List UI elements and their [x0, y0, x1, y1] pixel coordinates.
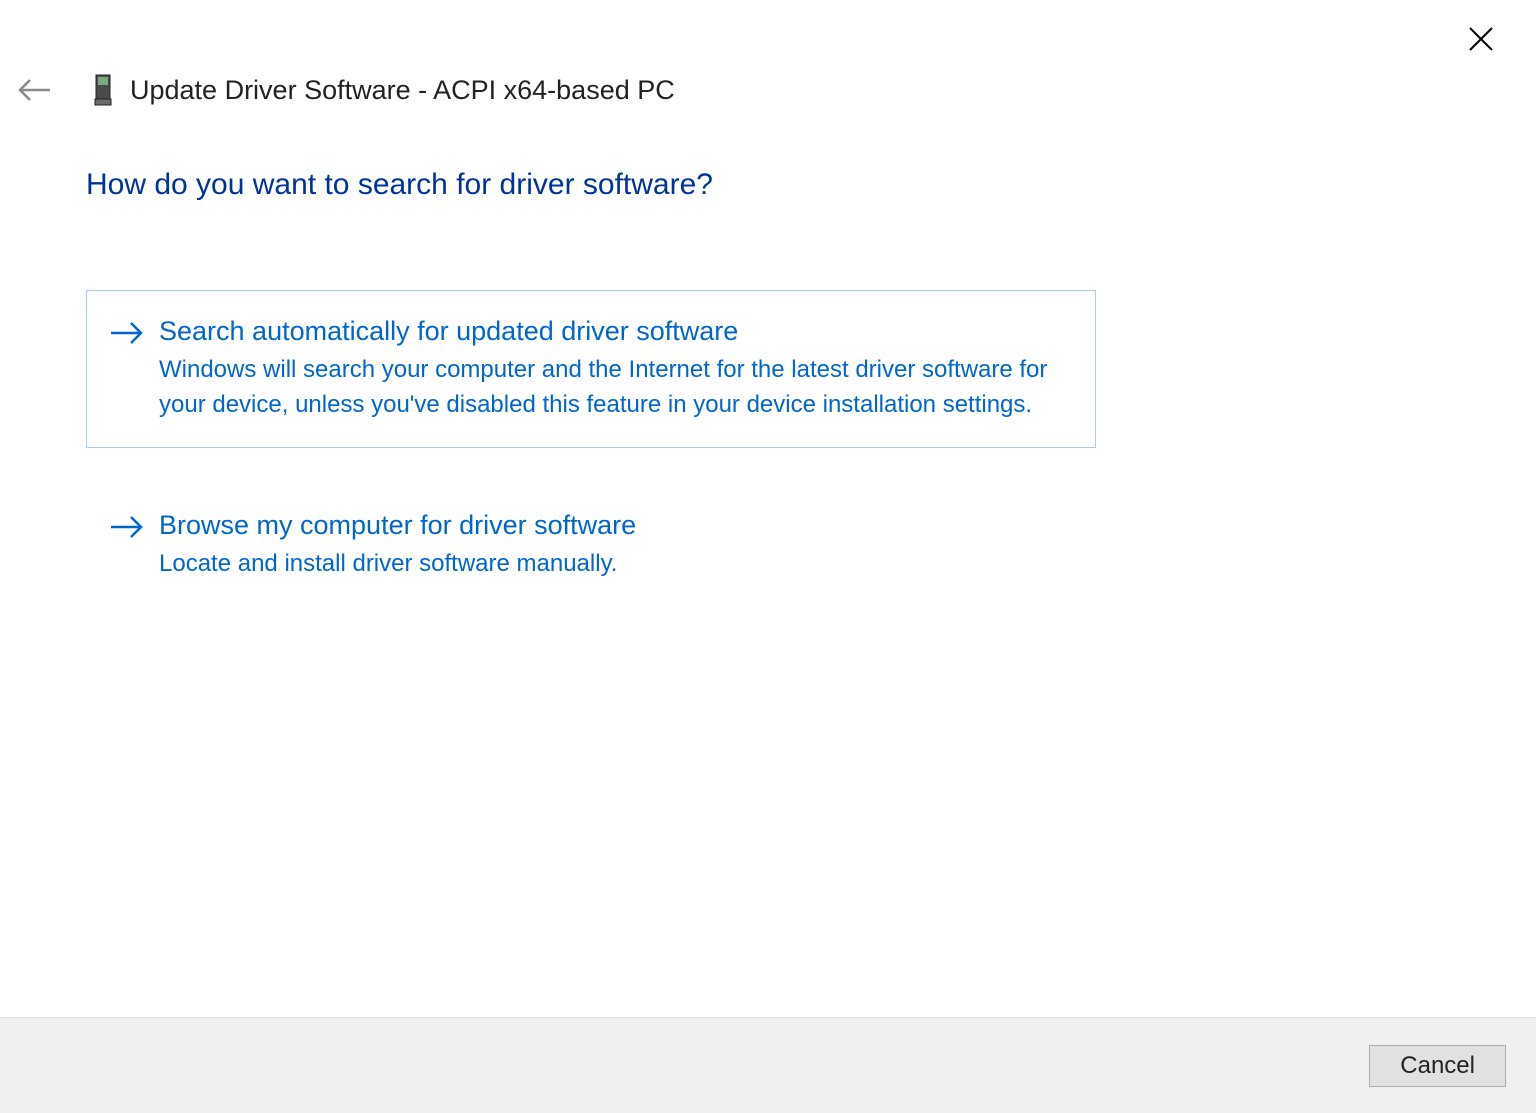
dialog-header: Update Driver Software - ACPI x64-based … [12, 72, 675, 108]
close-icon [1468, 26, 1494, 52]
back-arrow-icon [16, 76, 52, 104]
option-text: Search automatically for updated driver … [159, 313, 1065, 423]
option-description: Windows will search your computer and th… [159, 353, 1065, 423]
dialog-title: Update Driver Software - ACPI x64-based … [130, 75, 675, 106]
option-description: Locate and install driver software manua… [159, 547, 1065, 582]
dialog-heading: How do you want to search for driver sof… [86, 168, 1096, 202]
arrow-right-icon [109, 515, 145, 544]
option-text: Browse my computer for driver software L… [159, 507, 1065, 582]
arrow-right-icon [109, 321, 145, 350]
device-icon [94, 74, 112, 106]
option-title: Browse my computer for driver software [159, 507, 1065, 543]
option-browse-computer[interactable]: Browse my computer for driver software L… [86, 484, 1096, 607]
dialog-footer: Cancel [0, 1017, 1536, 1113]
back-button[interactable] [12, 72, 56, 108]
dialog-content: How do you want to search for driver sof… [86, 168, 1096, 643]
close-button[interactable] [1456, 20, 1506, 66]
option-title: Search automatically for updated driver … [159, 313, 1065, 349]
option-search-automatically[interactable]: Search automatically for updated driver … [86, 290, 1096, 448]
cancel-button[interactable]: Cancel [1369, 1045, 1506, 1087]
